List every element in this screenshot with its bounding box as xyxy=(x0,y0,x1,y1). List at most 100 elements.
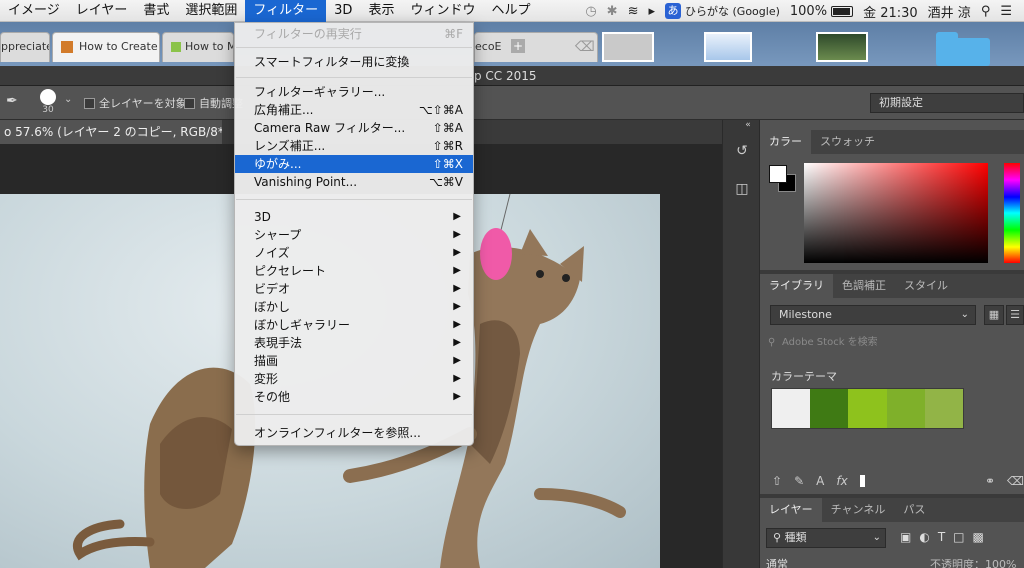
menu-item-other[interactable]: その他 ▶ xyxy=(235,388,473,406)
stock-search-input[interactable]: ⚲ Adobe Stock を検索 xyxy=(768,334,1024,352)
brush-tool-icon[interactable]: ✒ xyxy=(6,93,18,109)
color-theme-label: カラーテーマ xyxy=(771,370,837,383)
add-graphic-icon[interactable]: ✎ xyxy=(794,474,804,488)
menu-item-pixelate[interactable]: ピクセレート ▶ xyxy=(235,262,473,280)
tab-swatches[interactable]: スウォッチ xyxy=(811,130,884,154)
layer-kind-filter[interactable]: ⚲ 種類 ⌄ xyxy=(766,528,886,548)
shape-filter-icon[interactable]: □ xyxy=(953,530,964,544)
time-machine-icon[interactable]: ◷ xyxy=(585,4,596,19)
menu-item-sharpen[interactable]: シャープ ▶ xyxy=(235,226,473,244)
menu-window[interactable]: ウィンドウ xyxy=(402,0,483,22)
new-tab-icon[interactable]: + xyxy=(511,39,525,53)
theme-swatch[interactable] xyxy=(772,389,811,428)
clock[interactable]: 金 21:30 xyxy=(863,2,918,21)
menu-item-blur[interactable]: ぼかし ▶ xyxy=(235,298,473,316)
tab-styles[interactable]: スタイル xyxy=(895,274,957,298)
browser-tab[interactable]: ecoE + ⌫ xyxy=(474,32,598,62)
menu-item-label: 広角補正... xyxy=(254,103,314,117)
menu-item-adaptive-wide-angle[interactable]: 広角補正... ⌥⇧⌘A xyxy=(235,101,473,119)
add-color-icon[interactable] xyxy=(859,475,865,487)
properties-panel-icon[interactable]: ◫ xyxy=(731,178,753,200)
document-tab[interactable]: o 57.6% (レイヤー 2 のコピー, RGB/8*) * xyxy=(0,120,238,144)
theme-swatch[interactable] xyxy=(924,389,964,428)
fx-icon[interactable]: fx xyxy=(836,474,847,488)
menu-image[interactable]: イメージ xyxy=(0,0,68,22)
browser-tab-active[interactable]: How to Create a xyxy=(52,32,160,62)
menu-help[interactable]: ヘルプ xyxy=(483,0,538,22)
menu-item-video[interactable]: ビデオ ▶ xyxy=(235,280,473,298)
menu-item-filter-gallery[interactable]: フィルターギャラリー... xyxy=(235,83,473,101)
blend-mode-select[interactable]: 通常 xyxy=(766,556,916,568)
menu-item-browse-filters-online[interactable]: オンラインフィルターを参照... xyxy=(235,424,473,442)
browser-tab[interactable]: ppreciate: xyxy=(0,32,50,62)
menu-item-liquify[interactable]: ゆがみ... ⇧⌘X xyxy=(235,155,473,173)
desktop-thumbnail[interactable] xyxy=(816,32,868,62)
wifi-icon[interactable]: ≋ xyxy=(628,4,639,19)
input-method-label[interactable]: ひらがな (Google) xyxy=(685,3,780,19)
menu-item-3d[interactable]: 3D ▶ xyxy=(235,208,473,226)
color-picker-field[interactable] xyxy=(804,163,988,263)
spotlight-search-icon[interactable]: ⚲ xyxy=(981,4,991,19)
battery-icon[interactable] xyxy=(831,5,854,17)
list-view-icon[interactable]: ☰ xyxy=(1006,305,1024,325)
menu-item-label: ぼかしギャラリー xyxy=(254,318,351,332)
tab-color[interactable]: カラー xyxy=(760,130,811,154)
image-filter-icon[interactable]: ▣ xyxy=(900,530,911,544)
menu-item-shortcut: ⇧⌘X xyxy=(432,157,463,171)
grid-view-icon[interactable]: ▦ xyxy=(984,305,1004,325)
menu-item-stylize[interactable]: 表現手法 ▶ xyxy=(235,334,473,352)
adjustment-filter-icon[interactable]: ◐ xyxy=(919,530,929,544)
theme-swatch[interactable] xyxy=(848,389,887,428)
desktop-thumbnail[interactable] xyxy=(602,32,654,62)
menu-item-convert-smart-filters[interactable]: スマートフィルター用に変換 xyxy=(235,53,473,71)
text-filter-icon[interactable]: T xyxy=(938,530,945,544)
menu-filter[interactable]: フィルター xyxy=(245,0,327,22)
tab-libraries[interactable]: ライブラリ xyxy=(760,274,833,298)
tab-channels[interactable]: チャンネル xyxy=(822,498,895,522)
theme-swatch[interactable] xyxy=(810,389,849,428)
workspace-select[interactable]: 初期設定 xyxy=(870,93,1024,113)
menu-item-lens-correction[interactable]: レンズ補正... ⇧⌘R xyxy=(235,137,473,155)
menu-3d[interactable]: 3D xyxy=(326,0,360,22)
collapse-arrows-icon[interactable]: « xyxy=(737,120,759,130)
upload-icon[interactable]: ⇧ xyxy=(772,474,782,488)
user-name[interactable]: 酒井 涼 xyxy=(928,2,971,21)
sample-all-layers-checkbox[interactable]: 全レイヤーを対象 xyxy=(84,95,187,111)
library-select[interactable]: Milestone ⌄ xyxy=(770,305,976,325)
tab-layers[interactable]: レイヤー xyxy=(760,498,822,522)
browser-tab[interactable]: How to M xyxy=(162,32,234,62)
input-method-icon[interactable]: あ xyxy=(665,3,682,19)
menu-layer[interactable]: レイヤー xyxy=(68,0,136,22)
opacity-field[interactable]: 不透明度：100% xyxy=(930,556,1016,568)
menu-item-vanishing-point[interactable]: Vanishing Point... ⌥⌘V xyxy=(235,173,473,191)
smart-object-filter-icon[interactable]: ▩ xyxy=(973,530,984,544)
folder-icon[interactable] xyxy=(936,32,990,66)
menu-view[interactable]: 表示 xyxy=(360,0,402,22)
theme-swatch[interactable] xyxy=(886,389,925,428)
menu-item-blur-gallery[interactable]: ぼかしギャラリー ▶ xyxy=(235,316,473,334)
volume-icon[interactable]: ▸ xyxy=(648,4,655,19)
notification-center-icon[interactable]: ☰ xyxy=(1000,4,1012,19)
menu-item-render[interactable]: 描画 ▶ xyxy=(235,352,473,370)
color-theme-swatches[interactable] xyxy=(771,388,964,429)
menu-type[interactable]: 書式 xyxy=(135,0,177,22)
bluetooth-icon[interactable]: ✱ xyxy=(607,4,618,19)
menu-bar: イメージ レイヤー 書式 選択範囲 フィルター 3D 表示 ウィンドウ ヘルプ … xyxy=(0,0,1024,22)
history-panel-icon[interactable]: ↺ xyxy=(731,140,753,162)
tab-paths[interactable]: パス xyxy=(894,498,934,522)
menu-item-noise[interactable]: ノイズ ▶ xyxy=(235,244,473,262)
desktop-thumbnail[interactable] xyxy=(704,32,752,62)
brush-preset-picker[interactable]: 30 xyxy=(40,89,56,115)
foreground-color-swatch[interactable] xyxy=(769,165,787,183)
menu-select[interactable]: 選択範囲 xyxy=(177,0,245,22)
tab-adjustments[interactable]: 色調補正 xyxy=(833,274,895,298)
hue-slider[interactable] xyxy=(1004,163,1020,263)
chevron-down-icon[interactable]: ⌄ xyxy=(64,94,72,105)
menu-item-last-filter: フィルターの再実行 ⌘F xyxy=(235,25,473,43)
add-text-icon[interactable]: A xyxy=(816,474,824,488)
creative-cloud-icon[interactable]: ⚭ xyxy=(985,474,995,488)
menu-item-distort[interactable]: 変形 ▶ xyxy=(235,370,473,388)
menu-item-camera-raw[interactable]: Camera Raw フィルター... ⇧⌘A xyxy=(235,119,473,137)
trash-icon[interactable]: ⌫ xyxy=(575,33,595,61)
trash-icon[interactable]: ⌫ xyxy=(1007,474,1024,488)
